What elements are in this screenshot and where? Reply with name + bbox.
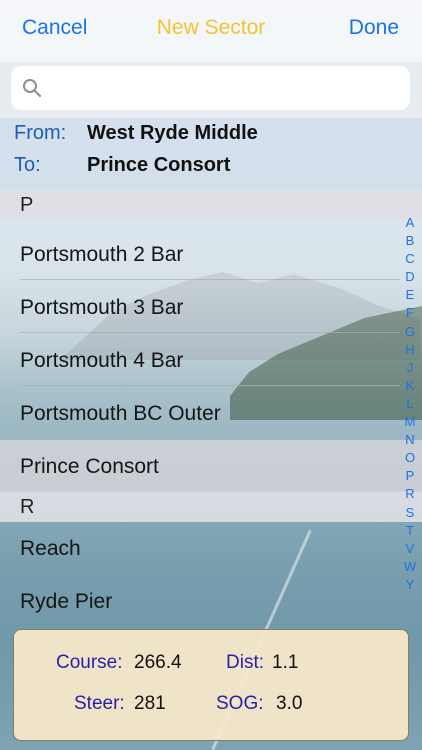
list-item-label: Ryde Pier (20, 590, 113, 613)
to-value: Prince Consort (87, 154, 231, 176)
sog-label: SOG: (216, 693, 264, 714)
course-label: Course: (56, 652, 123, 673)
list-item[interactable]: Portsmouth 2 Bar (0, 228, 422, 280)
from-value: West Ryde Middle (87, 122, 258, 144)
list-item-selected[interactable]: Prince Consort (0, 440, 422, 492)
to-label: To: (14, 154, 41, 176)
list-item[interactable]: Reach (0, 522, 422, 574)
row-divider (20, 279, 400, 280)
list-item-label: Prince Consort (20, 455, 159, 478)
distance-value: 1.1 (272, 652, 299, 673)
list-item-label: Portsmouth 4 Bar (20, 349, 184, 372)
sector-endpoints: From: West Ryde Middle To: Prince Consor… (0, 118, 422, 190)
section-header-p: P (0, 190, 422, 220)
distance-label: Dist: (226, 652, 264, 673)
index-letter[interactable]: G (402, 323, 418, 341)
from-label: From: (14, 122, 67, 144)
sog-value: 3.0 (276, 693, 303, 714)
list-item[interactable]: Portsmouth 4 Bar (0, 334, 422, 386)
index-letter[interactable]: J (402, 359, 418, 377)
steer-label: Steer: (74, 693, 125, 714)
list-item[interactable]: Portsmouth 3 Bar (0, 281, 422, 333)
index-letter[interactable]: K (402, 377, 418, 395)
row-divider (20, 385, 400, 386)
list-item[interactable]: Portsmouth BC Outer (0, 387, 422, 439)
steer-value: 281 (134, 693, 166, 714)
index-letter[interactable]: C (402, 250, 418, 268)
navigation-bar: Cancel New Sector Done (0, 0, 422, 62)
index-letter[interactable]: H (402, 341, 418, 359)
navigation-info-panel: Course: 266.4 Dist: 1.1 Steer: 281 SOG: … (13, 629, 409, 741)
index-letter[interactable]: N (402, 431, 418, 449)
section-header-label: R (20, 496, 35, 518)
index-letter[interactable]: O (402, 449, 418, 467)
index-letter[interactable]: L (402, 395, 418, 413)
search-input[interactable] (11, 66, 410, 110)
done-button[interactable]: Done (349, 16, 399, 40)
index-letter[interactable]: R (402, 485, 418, 503)
index-letter[interactable]: A (402, 214, 418, 232)
course-value: 266.4 (134, 652, 182, 673)
list-item-label: Portsmouth BC Outer (20, 402, 221, 425)
row-divider (20, 332, 400, 333)
list-item-label: Portsmouth 2 Bar (20, 243, 184, 266)
cancel-button[interactable]: Cancel (22, 16, 87, 40)
list-item-label: Reach (20, 537, 81, 560)
search-icon (23, 79, 41, 97)
index-letter[interactable]: Y (402, 576, 418, 594)
index-letter[interactable]: D (402, 268, 418, 286)
alphabet-index[interactable]: A B C D E F G H J K L M N O P R S T V W … (402, 214, 418, 594)
search-bar (0, 62, 422, 118)
index-letter[interactable]: E (402, 286, 418, 304)
section-header-label: P (20, 194, 34, 216)
list-item[interactable]: Ryde Pier (0, 575, 422, 627)
index-letter[interactable]: S (402, 504, 418, 522)
index-letter[interactable]: M (402, 413, 418, 431)
index-letter[interactable]: W (402, 558, 418, 576)
index-letter[interactable]: F (402, 304, 418, 322)
index-letter[interactable]: T (402, 522, 418, 540)
index-letter[interactable]: V (402, 540, 418, 558)
list-item-label: Portsmouth 3 Bar (20, 296, 184, 319)
section-header-r: R (0, 492, 422, 522)
index-letter[interactable]: P (402, 467, 418, 485)
index-letter[interactable]: B (402, 232, 418, 250)
